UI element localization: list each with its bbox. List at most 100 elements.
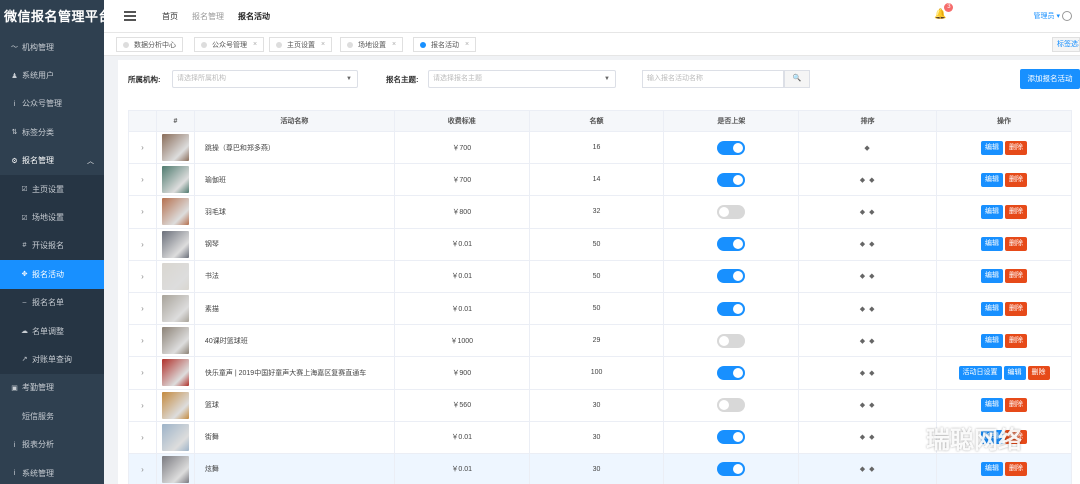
on-shelf-toggle[interactable] <box>717 172 746 187</box>
sidebar-item-6[interactable]: ↗ 对账单查询 <box>0 345 104 373</box>
chevron-right-icon[interactable]: › <box>141 465 144 474</box>
table-row[interactable]: › 40课时篮球班 ￥1000 29 ◆ ◆ 编辑 删除 <box>128 324 1072 358</box>
sidebar-item-1[interactable]: 短信服务 <box>0 402 104 430</box>
delete-button[interactable]: 删除 <box>1005 301 1027 316</box>
table-row[interactable]: › 瑜伽班 ￥700 14 ◆ ◆ 编辑 删除 <box>128 163 1072 197</box>
edit-button[interactable]: 编辑 <box>1003 365 1026 380</box>
on-shelf-toggle[interactable] <box>717 365 746 380</box>
tab-0[interactable]: 数据分析中心 <box>116 37 183 52</box>
on-shelf-toggle[interactable] <box>717 269 746 284</box>
chevron-right-icon[interactable]: › <box>141 401 144 410</box>
hamburger-icon[interactable] <box>124 11 136 21</box>
edit-button[interactable]: 编辑 <box>981 237 1003 252</box>
expand-cell[interactable]: › <box>128 291 157 326</box>
delete-button[interactable]: 删除 <box>1005 140 1027 155</box>
sort-arrows-icon[interactable]: ◆ ◆ <box>860 241 876 248</box>
org-select[interactable]: 请选择所属机构 ▼ <box>172 70 358 88</box>
sidebar-item-0[interactable]: 〜机构管理 <box>0 33 104 61</box>
activity-day-settings-button[interactable]: 活动日设置 <box>958 365 1002 380</box>
chevron-right-icon[interactable]: › <box>141 336 144 345</box>
sort-arrows-icon[interactable]: ◆ ◆ <box>860 338 876 345</box>
sidebar-item-2[interactable]: ⅰ 公众号管理 <box>0 90 104 118</box>
edit-button[interactable]: 编辑 <box>981 333 1003 348</box>
tab-2[interactable]: 主页设置 × <box>269 37 333 52</box>
edit-button[interactable]: 编辑 <box>981 462 1003 477</box>
tab-1[interactable]: 公众号管理 × <box>194 37 265 52</box>
sidebar-item-2[interactable]: ⅰ 报表分析 <box>0 430 104 458</box>
edit-button[interactable]: 编辑 <box>981 140 1003 155</box>
table-row[interactable]: › 跳操（尊巴和郑多燕） ￥700 16 ◆ 编辑 删除 <box>128 130 1072 165</box>
expand-cell[interactable]: › <box>128 356 157 390</box>
sort-arrows-icon[interactable]: ◆ ◆ <box>860 434 876 441</box>
sort-arrows-icon[interactable]: ◆ <box>864 145 870 152</box>
sidebar-item-0[interactable]: ☑ 主页设置 <box>0 175 104 203</box>
delete-button[interactable]: 删除 <box>1005 269 1027 284</box>
breadcrumb-section[interactable]: 报名管理 <box>192 11 224 22</box>
sidebar-item-0[interactable]: ▣ 考勤管理 <box>0 374 104 402</box>
edit-button[interactable]: 编辑 <box>981 301 1003 316</box>
tab-4[interactable]: 报名活动 × <box>413 37 477 52</box>
sidebar-item-4[interactable]: ⚙ 报名管理 ︿ <box>0 147 104 175</box>
sidebar-item-5[interactable]: ☁ 名单调整 <box>0 317 104 345</box>
sort-arrows-icon[interactable]: ◆ ◆ <box>860 402 876 409</box>
delete-button[interactable]: 删除 <box>1005 398 1027 413</box>
on-shelf-toggle[interactable] <box>717 237 746 252</box>
table-row[interactable]: › 快乐童声 | 2019中国好童声大赛上海嘉区复赛直通车 ￥900 100 ◆ ◆ 活动… <box>128 356 1072 390</box>
sidebar-item-3[interactable]: ✥ 报名活动 <box>0 260 104 289</box>
search-input[interactable]: 输入报名活动名称 <box>642 70 784 88</box>
expand-cell[interactable]: › <box>128 452 157 484</box>
tab-options-button[interactable]: 标签选项 <box>1052 37 1080 52</box>
table-row[interactable]: › 素描 ￥0.01 50 ◆ ◆ 编辑 删除 <box>128 291 1072 326</box>
tab-3[interactable]: 场地设置 × <box>340 37 404 52</box>
sort-arrows-icon[interactable]: ◆ ◆ <box>860 466 876 473</box>
chevron-right-icon[interactable]: › <box>141 143 144 152</box>
expand-cell[interactable]: › <box>128 324 157 358</box>
on-shelf-toggle[interactable] <box>717 301 746 316</box>
sidebar-item-2[interactable]: # 开设报名 <box>0 232 104 260</box>
chevron-right-icon[interactable]: › <box>141 272 144 281</box>
edit-button[interactable]: 编辑 <box>981 204 1003 219</box>
expand-cell[interactable]: › <box>128 163 157 197</box>
sort-arrows-icon[interactable]: ◆ ◆ <box>860 306 876 313</box>
delete-button[interactable]: 删除 <box>1005 172 1027 187</box>
edit-button[interactable]: 编辑 <box>981 269 1003 284</box>
on-shelf-toggle[interactable] <box>717 333 746 348</box>
chevron-right-icon[interactable]: › <box>141 207 144 216</box>
sort-arrows-icon[interactable]: ◆ ◆ <box>860 209 876 216</box>
close-icon[interactable]: × <box>253 41 257 48</box>
chevron-right-icon[interactable]: › <box>141 175 144 184</box>
sidebar-item-1[interactable]: ♟ 系统用户 <box>0 61 104 89</box>
on-shelf-toggle[interactable] <box>717 204 746 219</box>
table-row[interactable]: › 书法 ￥0.01 50 ◆ ◆ 编辑 删除 <box>128 259 1072 293</box>
add-activity-button[interactable]: 添加报名活动 <box>1020 69 1080 89</box>
sidebar-item-1[interactable]: ☑ 场地设置 <box>0 203 104 231</box>
expand-cell[interactable]: › <box>128 195 157 229</box>
sort-arrows-icon[interactable]: ◆ ◆ <box>860 273 876 280</box>
delete-button[interactable]: 删除 <box>1005 462 1027 477</box>
expand-cell[interactable]: › <box>128 420 157 454</box>
sidebar-item-3[interactable]: ⅰ 系统管理 <box>0 459 104 484</box>
on-shelf-toggle[interactable] <box>717 462 746 477</box>
delete-button[interactable]: 删除 <box>1005 237 1027 252</box>
chevron-right-icon[interactable]: › <box>141 368 144 377</box>
on-shelf-toggle[interactable] <box>717 140 746 155</box>
delete-button[interactable]: 删除 <box>1005 333 1027 348</box>
expand-cell[interactable]: › <box>128 130 157 165</box>
expand-cell[interactable]: › <box>128 259 157 293</box>
sort-arrows-icon[interactable]: ◆ ◆ <box>860 177 876 184</box>
close-icon[interactable]: × <box>321 41 325 48</box>
chevron-right-icon[interactable]: › <box>141 433 144 442</box>
on-shelf-toggle[interactable] <box>717 398 746 413</box>
chevron-right-icon[interactable]: › <box>141 240 144 249</box>
edit-button[interactable]: 编辑 <box>981 398 1003 413</box>
table-row[interactable]: › 羽毛球 ￥800 32 ◆ ◆ 编辑 删除 <box>128 195 1072 229</box>
bell-icon[interactable]: 🔔 3 <box>934 3 954 20</box>
delete-button[interactable]: 删除 <box>1005 204 1027 219</box>
delete-button[interactable]: 删除 <box>1027 365 1050 380</box>
expand-cell[interactable]: › <box>128 388 157 422</box>
sidebar-item-4[interactable]: – 报名名单 <box>0 289 104 317</box>
close-icon[interactable]: × <box>392 41 396 48</box>
user-menu[interactable]: 管理员 ▾ <box>1034 11 1072 22</box>
table-row[interactable]: › 钢琴 ￥0.01 50 ◆ ◆ 编辑 删除 <box>128 227 1072 261</box>
table-row[interactable]: › 篮球 ￥560 30 ◆ ◆ 编辑 删除 <box>128 388 1072 422</box>
